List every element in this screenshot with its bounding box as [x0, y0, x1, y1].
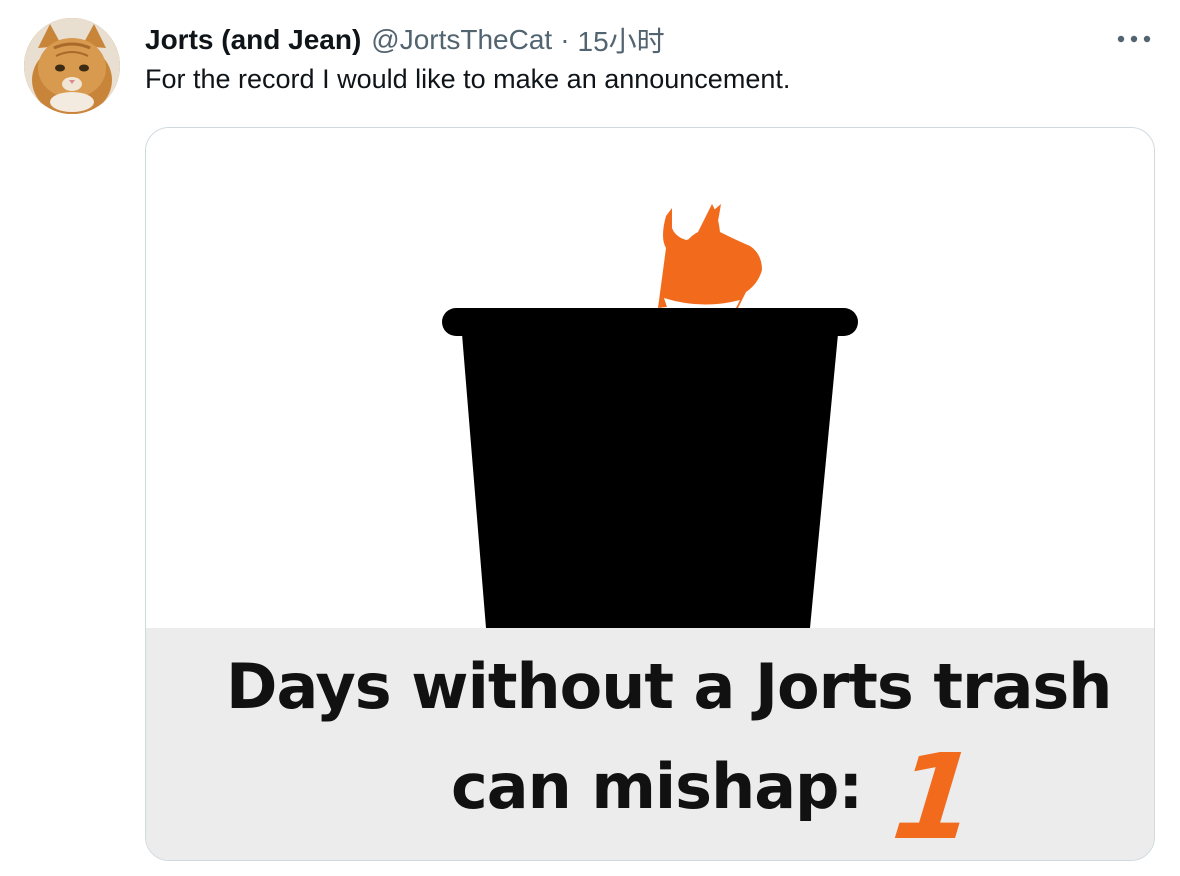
mishap-counter: 1 [886, 728, 984, 861]
avatar[interactable] [24, 18, 120, 114]
caption-line-2: can mishap: [451, 750, 863, 823]
more-button[interactable] [1112, 24, 1156, 54]
tweet-text: For the record I would like to make an a… [145, 64, 791, 94]
tweet-header: Jorts (and Jean) @JortsTheCat · 15小时 [145, 20, 665, 60]
handle[interactable]: @JortsTheCat [371, 24, 552, 56]
orange-cat-avatar-icon [24, 18, 120, 114]
timestamp[interactable]: 15小时 [578, 20, 665, 60]
caption-line-1: Days without a Jorts trash [226, 650, 1112, 723]
tweet: Jorts (and Jean) @JortsTheCat · 15小时 For… [0, 0, 1180, 876]
more-horizontal-icon [1117, 35, 1151, 43]
separator-dot: · [560, 24, 570, 55]
trash-can-icon [442, 308, 858, 628]
display-name[interactable]: Jorts (and Jean) [145, 24, 361, 56]
cat-icon [658, 204, 762, 310]
media-card[interactable]: Days without a Jorts trash can mishap: 1 [145, 127, 1155, 861]
